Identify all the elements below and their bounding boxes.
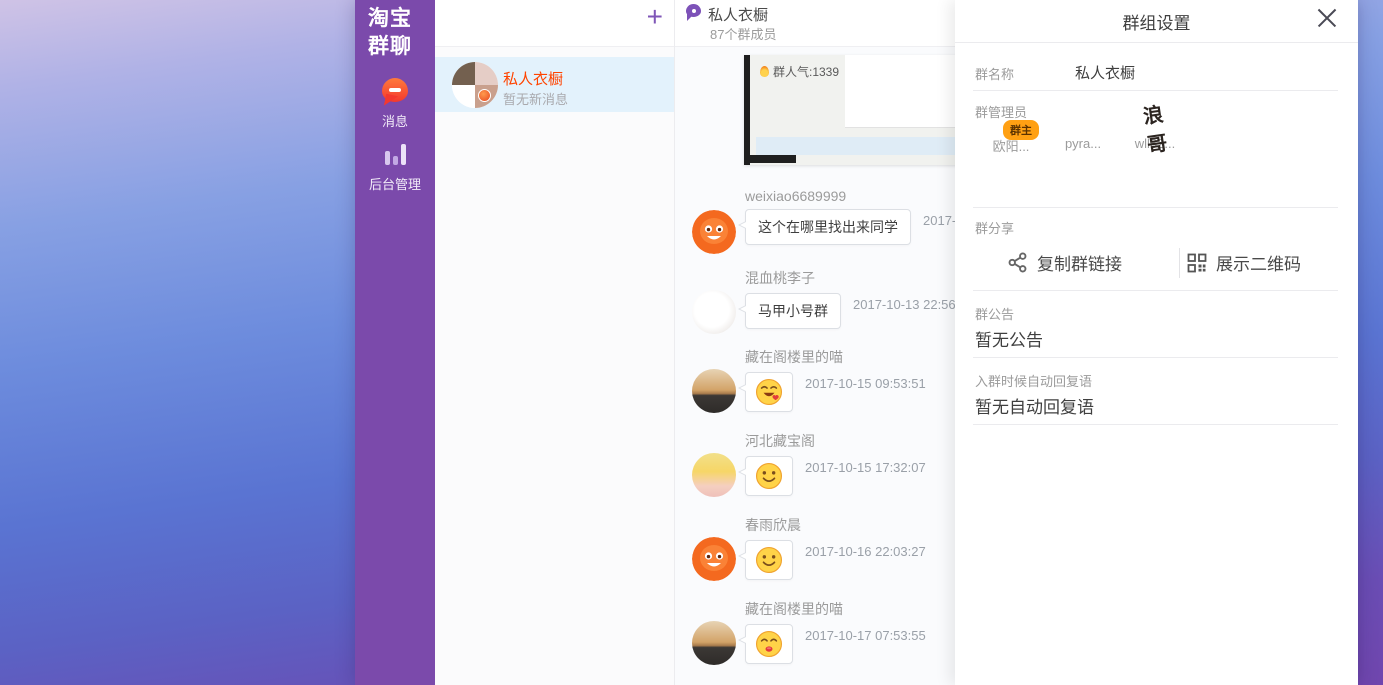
message-timestamp: 2017-10-17 07:53:55 xyxy=(805,624,926,643)
chat-list-item-selected[interactable]: 私人衣橱 暂无新消息 xyxy=(435,57,674,112)
logo-line1: 淘宝 xyxy=(368,5,412,33)
chat-item-preview: 暂无新消息 xyxy=(503,89,568,108)
avatar[interactable] xyxy=(692,621,736,665)
avatar[interactable] xyxy=(692,453,736,497)
add-group-button[interactable]: + xyxy=(647,2,663,32)
copy-group-link-button[interactable]: 复制群链接 xyxy=(1007,250,1122,275)
panel-title: 群组设置 xyxy=(955,9,1358,34)
bar-chart-icon xyxy=(385,143,406,165)
flame-icon xyxy=(760,66,769,77)
chat-member-count: 87个群成员 xyxy=(710,24,776,43)
admin-item[interactable]: 浪哥 wll62... xyxy=(1132,128,1178,151)
chat-item-name: 私人衣橱 xyxy=(503,68,563,89)
admin-name: pyra... xyxy=(1060,136,1106,151)
smile-emoji-icon xyxy=(755,462,783,490)
qr-code-icon xyxy=(1187,253,1207,273)
kiss-rose-emoji-icon xyxy=(755,378,783,406)
autoreply-label: 入群时候自动回复语 xyxy=(975,371,1092,390)
kissy-emoji-icon xyxy=(755,630,783,658)
group-name-label: 群名称 xyxy=(975,64,1014,83)
sidebar-item-messages[interactable]: 消息 xyxy=(355,78,435,130)
message-timestamp: 2017-10-13 22:56:5 xyxy=(853,293,966,312)
admins-label: 群管理员 xyxy=(975,102,1027,121)
chat-title: 私人衣橱 xyxy=(708,4,768,25)
sidebar-item-label: 消息 xyxy=(355,111,435,130)
app-logo: 淘宝 群聊 xyxy=(368,5,412,61)
announcement-value[interactable]: 暂无公告 xyxy=(975,326,1043,351)
owner-badge: 群主 xyxy=(1003,120,1039,140)
sidebar-item-label: 后台管理 xyxy=(355,174,435,193)
group-name-value[interactable]: 私人衣橱 xyxy=(1075,62,1135,83)
avatar[interactable] xyxy=(692,290,736,334)
avatar[interactable] xyxy=(692,210,736,254)
sidebar: 淘宝 群聊 消息 后台管理 xyxy=(355,0,435,685)
share-icon xyxy=(1007,252,1028,273)
smile-emoji-icon xyxy=(755,546,783,574)
message-timestamp: 2017-10-15 09:53:51 xyxy=(805,372,926,391)
message-bubble-icon xyxy=(382,78,408,102)
message-bubble: 马甲小号群 xyxy=(745,293,841,329)
admin-item[interactable]: pyra... xyxy=(1060,128,1106,151)
emoji-message-bubble xyxy=(745,624,793,664)
group-bubble-icon xyxy=(686,4,701,22)
emoji-message-bubble xyxy=(745,456,793,496)
logo-line2: 群聊 xyxy=(368,33,412,61)
show-qr-code-button[interactable]: 展示二维码 xyxy=(1187,250,1301,275)
message-bubble: 这个在哪里找出来同学 xyxy=(745,209,911,245)
app-window: 淘宝 群聊 消息 后台管理 + 私人衣橱 暂无新消息 私人衣橱 87个群成员 xyxy=(355,0,1358,685)
autoreply-value[interactable]: 暂无自动回复语 xyxy=(975,393,1094,418)
vertical-divider xyxy=(1179,248,1180,278)
avatar[interactable] xyxy=(692,369,736,413)
message-timestamp: 2017-10-15 17:32:07 xyxy=(805,456,926,475)
close-icon[interactable] xyxy=(1316,7,1338,29)
image-message-thumbnail[interactable]: 群人气:1339 xyxy=(744,55,958,165)
image-caption: 群人气:1339 xyxy=(760,63,839,80)
group-avatar xyxy=(452,62,498,108)
group-settings-panel: 群组设置 群名称 私人衣橱 群管理员 群主 欧阳... pyra... 浪哥 w… xyxy=(955,0,1358,685)
share-label: 群分享 xyxy=(975,218,1014,237)
sidebar-item-admin[interactable]: 后台管理 xyxy=(355,143,435,193)
message-timestamp: 2017-10-16 22:03:27 xyxy=(805,540,926,559)
emoji-message-bubble xyxy=(745,372,793,412)
avatar[interactable] xyxy=(692,537,736,581)
chat-list-header: + xyxy=(435,0,674,47)
chat-list-panel: + 私人衣橱 暂无新消息 xyxy=(435,0,675,685)
announcement-label: 群公告 xyxy=(975,304,1014,323)
emoji-message-bubble xyxy=(745,540,793,580)
